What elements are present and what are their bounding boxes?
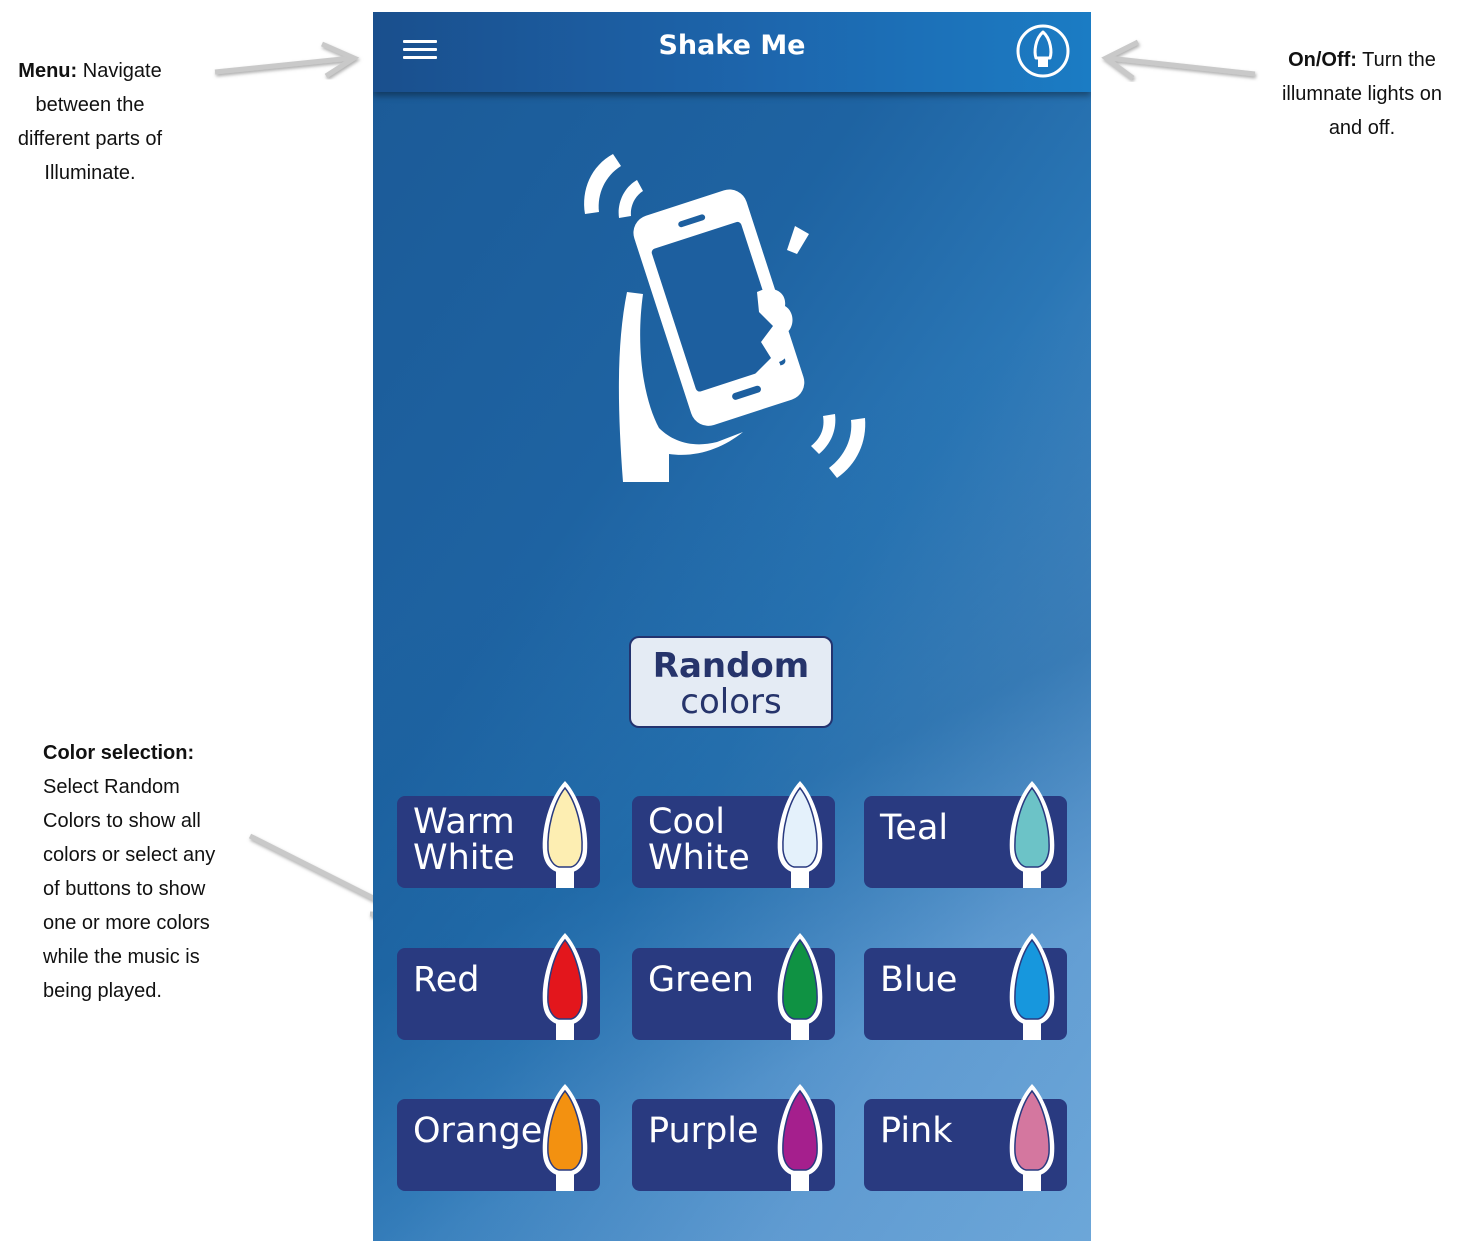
color-annotation-line: while the music is — [43, 946, 200, 968]
bulb-power-icon[interactable] — [1014, 22, 1072, 80]
color-label-line1: Green — [648, 960, 754, 1000]
bulb-icon — [777, 933, 823, 1040]
onoff-annotation-line: illumnate lights on — [1281, 83, 1443, 105]
color-annotation-line: Select Random — [43, 776, 180, 798]
color-annotation-title: Color selection: — [43, 742, 195, 764]
onoff-annotation-title: On/Off: — [1288, 49, 1357, 71]
color-label-line1: Red — [413, 960, 480, 1000]
menu-annotation-line: between the — [35, 94, 145, 116]
color-button-label: Purple — [648, 1113, 759, 1149]
page: Menu: Navigate between the different par… — [0, 0, 1471, 1241]
color-button-pink[interactable]: Pink — [864, 1084, 1067, 1191]
onoff-annotation-line: and off. — [1328, 117, 1396, 139]
color-button-label: Blue — [880, 962, 957, 998]
bulb-icon — [542, 933, 588, 1040]
menu-annotation-text: Navigate — [82, 60, 162, 82]
bulb-icon — [542, 781, 588, 888]
color-button-label: Warm White — [413, 804, 515, 876]
color-button-label: Green — [648, 962, 754, 998]
menu-annotation: Menu: Navigate between the different par… — [0, 54, 180, 190]
bulb-icon — [1009, 1084, 1055, 1191]
random-colors-button[interactable]: Random colors — [629, 636, 833, 728]
color-annotation-line: being played. — [43, 980, 162, 1002]
color-label-line1: Purple — [648, 1111, 759, 1151]
color-label-line1: Teal — [880, 808, 949, 848]
menu-arrow-icon — [214, 41, 360, 79]
top-bar: Shake Me — [373, 12, 1091, 92]
color-annotation-line: of buttons to show — [43, 878, 206, 900]
color-label-line1: Cool — [648, 802, 725, 842]
color-button-green[interactable]: Green — [632, 933, 835, 1040]
color-annotation-line: colors or select any — [43, 844, 216, 866]
color-button-label: Pink — [880, 1113, 953, 1149]
color-button-purple[interactable]: Purple — [632, 1084, 835, 1191]
bulb-icon — [777, 1084, 823, 1191]
color-annotation: Color selection: Select Random Colors to… — [43, 736, 243, 1008]
color-button-label: Cool White — [648, 804, 750, 876]
color-annotation-line: one or more colors — [43, 912, 210, 934]
color-button-blue[interactable]: Blue — [864, 933, 1067, 1040]
color-button-label: Red — [413, 962, 480, 998]
random-colors-sublabel: colors — [680, 682, 782, 722]
onoff-arrow-icon — [1101, 39, 1256, 81]
color-button-orange[interactable]: Orange — [397, 1084, 600, 1191]
bulb-icon — [777, 781, 823, 888]
color-label-line1: Warm — [413, 802, 515, 842]
color-button-teal[interactable]: Teal — [864, 781, 1067, 888]
page-title: Shake Me — [658, 30, 806, 61]
color-label-line1: Pink — [880, 1111, 953, 1151]
color-button-label: Orange — [413, 1113, 542, 1149]
color-button-red[interactable]: Red — [397, 933, 600, 1040]
bulb-icon — [1009, 933, 1055, 1040]
onoff-annotation-text: Turn the — [1362, 49, 1436, 71]
bulb-icon — [542, 1084, 588, 1191]
onoff-annotation: On/Off: Turn the illumnate lights on and… — [1262, 43, 1462, 145]
app-screen: Shake Me Random colors Warm White Cool W… — [373, 12, 1091, 1241]
menu-annotation-title: Menu: — [18, 60, 78, 82]
color-label-line2: White — [648, 838, 750, 878]
color-button-cool-white[interactable]: Cool White — [632, 781, 835, 888]
menu-annotation-line: different parts of — [17, 128, 163, 150]
color-button-warm-white[interactable]: Warm White — [397, 781, 600, 888]
color-label-line1: Orange — [413, 1111, 543, 1151]
color-button-label: Teal — [880, 810, 948, 846]
random-colors-label: Random — [652, 646, 810, 686]
shake-phone-icon — [584, 154, 866, 482]
color-label-line1: Blue — [880, 960, 958, 1000]
bulb-icon — [1009, 781, 1055, 888]
color-label-line2: White — [413, 838, 515, 878]
color-annotation-line: Colors to show all — [43, 810, 201, 832]
menu-annotation-line: Illuminate. — [44, 162, 136, 184]
